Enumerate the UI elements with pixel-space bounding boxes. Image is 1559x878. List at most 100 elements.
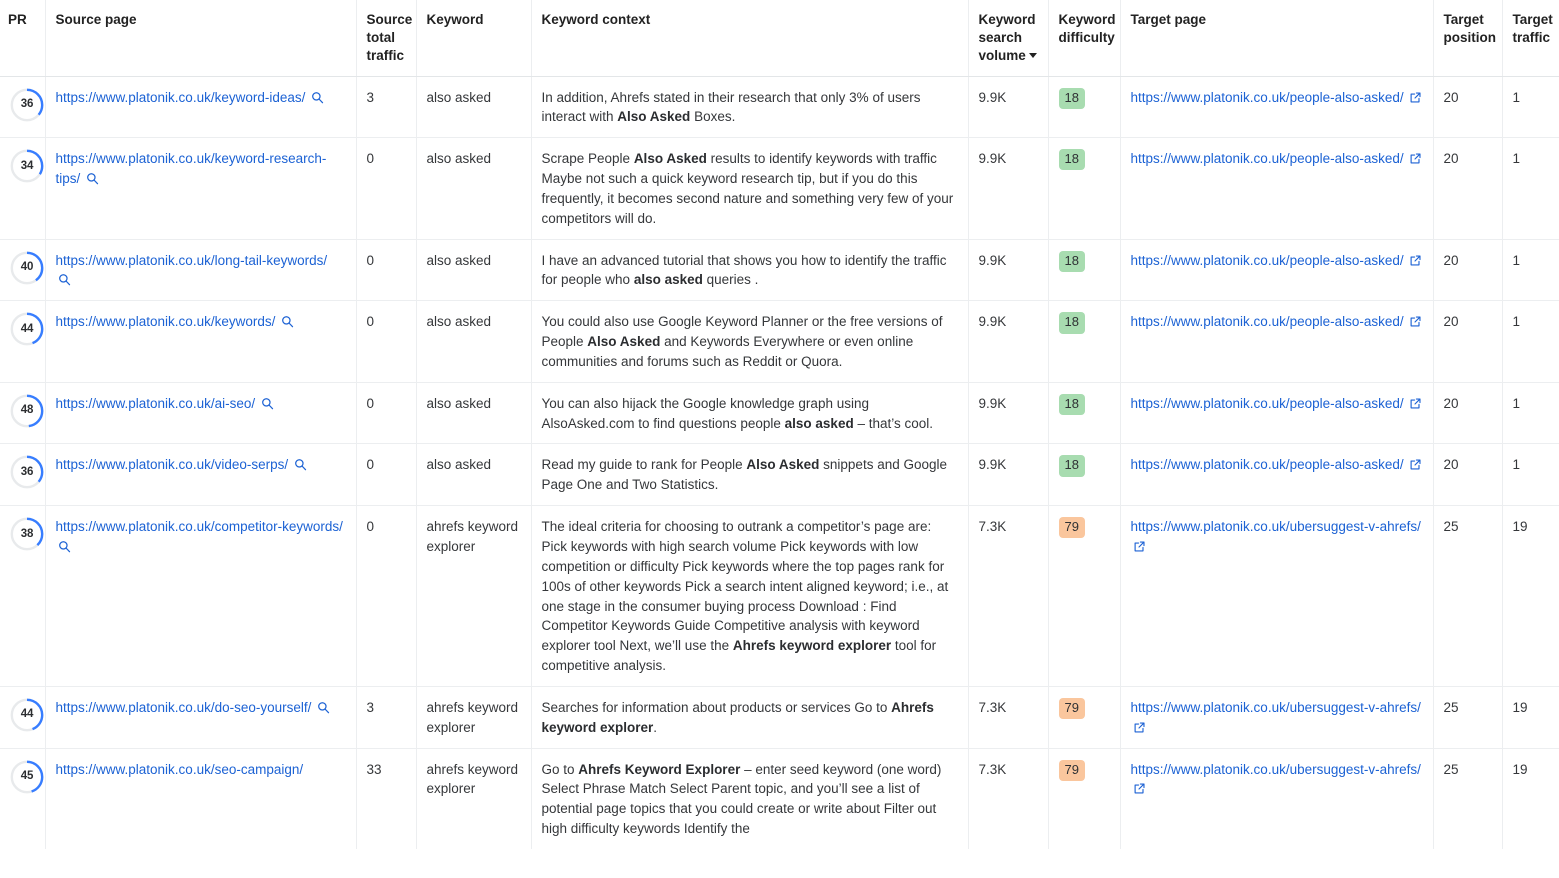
table-row: 36 https://www.platonik.co.uk/keyword-ide… (0, 76, 1559, 139)
cell-keyword-search-volume: 7.3K (968, 748, 1049, 849)
page-rank-value: 44 (20, 322, 34, 335)
external-link-icon[interactable] (1409, 458, 1422, 471)
column-header-keyword-difficulty[interactable]: Keyword difficulty (1048, 0, 1121, 77)
cell-keyword: also asked (416, 76, 532, 139)
cell-target-page: https://www.platonik.co.uk/people-also-a… (1120, 443, 1434, 507)
external-link-icon[interactable] (1133, 540, 1146, 553)
table-body: 36 https://www.platonik.co.uk/keyword-ide… (0, 76, 1559, 849)
backlinks-data-table: PR Source page Source total traffic Keyw… (0, 0, 1559, 849)
column-header-target-page[interactable]: Target page (1120, 0, 1434, 77)
cell-source-page: https://www.platonik.co.uk/competitor-ke… (45, 505, 357, 687)
cell-keyword-difficulty: 18 (1048, 382, 1121, 445)
cell-target-traffic: 1 (1502, 239, 1559, 302)
page-rank-value: 38 (20, 527, 34, 540)
cell-keyword-difficulty: 79 (1048, 505, 1121, 687)
target-page-link[interactable]: https://www.platonik.co.uk/people-also-a… (1131, 396, 1404, 411)
external-link-icon[interactable] (1133, 721, 1146, 734)
cell-source-total-traffic: 0 (356, 443, 417, 507)
column-header-pr[interactable]: PR (0, 0, 46, 77)
column-header-keyword[interactable]: Keyword (416, 0, 532, 77)
column-header-source-page[interactable]: Source page (45, 0, 357, 77)
column-header-source-total-traffic[interactable]: Source total traffic (356, 0, 417, 77)
table-row: 45 https://www.platonik.co.uk/seo-campaig… (0, 748, 1559, 849)
column-header-keyword-context[interactable]: Keyword context (531, 0, 969, 77)
source-page-link[interactable]: https://www.platonik.co.uk/seo-campaign/ (56, 762, 304, 777)
cell-page-rank: 38 (0, 505, 46, 687)
external-link-icon[interactable] (1409, 315, 1422, 328)
cell-keyword: ahrefs keyword explorer (416, 686, 532, 749)
target-page-link[interactable]: https://www.platonik.co.uk/people-also-a… (1131, 90, 1404, 105)
cell-target-position: 20 (1433, 76, 1503, 139)
cell-page-rank: 44 (0, 300, 46, 383)
external-link-icon[interactable] (1133, 782, 1146, 795)
cell-source-page: https://www.platonik.co.uk/do-seo-yourse… (45, 686, 357, 749)
cell-keyword-context: Go to Ahrefs Keyword Explorer – enter se… (531, 748, 969, 849)
cell-page-rank: 34 (0, 137, 46, 240)
search-icon[interactable] (317, 701, 330, 714)
cell-target-page: https://www.platonik.co.uk/ubersuggest-v… (1120, 748, 1434, 849)
target-page-link[interactable]: https://www.platonik.co.uk/ubersuggest-v… (1131, 519, 1421, 534)
cell-source-page: https://www.platonik.co.uk/keyword-ideas… (45, 76, 357, 139)
keyword-difficulty-badge: 18 (1058, 312, 1085, 334)
cell-keyword-context: You can also hijack the Google knowledge… (531, 382, 969, 445)
cell-page-rank: 36 (0, 443, 46, 507)
source-page-link[interactable]: https://www.platonik.co.uk/competitor-ke… (56, 519, 343, 534)
source-page-link[interactable]: https://www.platonik.co.uk/video-serps/ (56, 457, 289, 472)
context-highlight: Also Asked (587, 334, 661, 350)
cell-keyword: also asked (416, 300, 532, 383)
source-page-link[interactable]: https://www.platonik.co.uk/ai-seo/ (56, 396, 256, 411)
cell-keyword: also asked (416, 443, 532, 507)
search-icon[interactable] (86, 172, 99, 185)
search-icon[interactable] (281, 315, 294, 328)
cell-target-traffic: 1 (1502, 300, 1559, 383)
cell-page-rank: 36 (0, 76, 46, 139)
cell-target-position: 25 (1433, 748, 1503, 849)
table-header-row: PR Source page Source total traffic Keyw… (0, 0, 1559, 77)
target-page-link[interactable]: https://www.platonik.co.uk/people-also-a… (1131, 457, 1404, 472)
cell-target-traffic: 1 (1502, 76, 1559, 139)
cell-keyword: also asked (416, 137, 532, 240)
target-page-link[interactable]: https://www.platonik.co.uk/ubersuggest-v… (1131, 700, 1421, 715)
cell-source-total-traffic: 0 (356, 382, 417, 445)
cell-keyword-search-volume: 7.3K (968, 505, 1049, 687)
target-page-link[interactable]: https://www.platonik.co.uk/people-also-a… (1131, 151, 1404, 166)
column-header-target-traffic[interactable]: Target traffic (1502, 0, 1559, 77)
search-icon[interactable] (311, 91, 324, 104)
external-link-icon[interactable] (1409, 152, 1422, 165)
table-row: 38 https://www.platonik.co.uk/competitor-… (0, 505, 1559, 687)
search-icon[interactable] (58, 273, 71, 286)
source-page-link[interactable]: https://www.platonik.co.uk/do-seo-yourse… (56, 700, 312, 715)
page-rank-donut: 34 (10, 149, 44, 183)
cell-source-page: https://www.platonik.co.uk/seo-campaign/ (45, 748, 357, 849)
cell-target-position: 20 (1433, 382, 1503, 445)
external-link-icon[interactable] (1409, 397, 1422, 410)
cell-keyword-difficulty: 18 (1048, 76, 1121, 139)
cell-keyword-context: In addition, Ahrefs stated in their rese… (531, 76, 969, 139)
search-icon[interactable] (58, 540, 71, 553)
context-highlight: Also Asked (746, 457, 820, 473)
cell-source-total-traffic: 0 (356, 300, 417, 383)
cell-target-page: https://www.platonik.co.uk/people-also-a… (1120, 382, 1434, 445)
external-link-icon[interactable] (1409, 254, 1422, 267)
source-page-link[interactable]: https://www.platonik.co.uk/keywords/ (56, 314, 276, 329)
cell-source-total-traffic: 0 (356, 505, 417, 687)
search-icon[interactable] (294, 458, 307, 471)
keyword-difficulty-badge: 18 (1058, 250, 1085, 272)
column-header-keyword-search-volume[interactable]: Keyword search volume (968, 0, 1049, 77)
target-page-link[interactable]: https://www.platonik.co.uk/people-also-a… (1131, 314, 1404, 329)
target-page-link[interactable]: https://www.platonik.co.uk/people-also-a… (1131, 253, 1404, 268)
page-rank-value: 40 (20, 261, 34, 274)
source-page-link[interactable]: https://www.platonik.co.uk/keyword-ideas… (56, 90, 306, 105)
column-header-target-position[interactable]: Target position (1433, 0, 1503, 77)
source-page-link[interactable]: https://www.platonik.co.uk/long-tail-key… (56, 253, 328, 268)
cell-target-page: https://www.platonik.co.uk/people-also-a… (1120, 300, 1434, 383)
context-highlight: Also Asked (617, 109, 691, 125)
cell-target-traffic: 19 (1502, 505, 1559, 687)
target-page-link[interactable]: https://www.platonik.co.uk/ubersuggest-v… (1131, 762, 1421, 777)
keyword-difficulty-badge: 18 (1058, 393, 1085, 416)
search-icon[interactable] (261, 397, 274, 410)
cell-keyword-context: I have an advanced tutorial that shows y… (531, 239, 969, 302)
external-link-icon[interactable] (1409, 91, 1422, 104)
cell-page-rank: 40 (0, 239, 46, 302)
cell-keyword-difficulty: 18 (1048, 300, 1121, 383)
